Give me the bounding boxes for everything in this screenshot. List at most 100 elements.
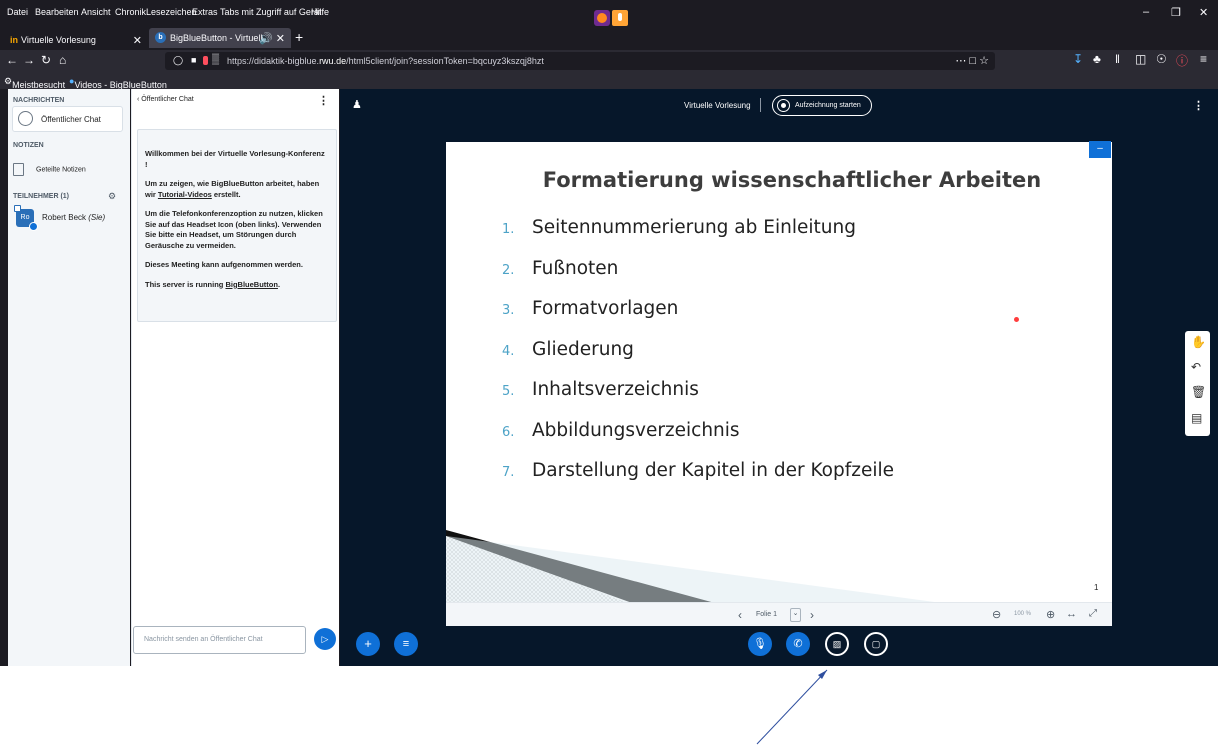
phone-icon — [29, 222, 38, 231]
next-slide-icon[interactable]: › — [810, 608, 814, 622]
screenshare-button[interactable]: ▢ — [864, 632, 888, 656]
bookmarks-toolbar: ⚙ Meistbesucht ● Videos - BigBlueButton — [0, 72, 1218, 90]
minimize-presentation-button[interactable]: – — [1089, 141, 1111, 158]
participant-you-label: (Sie) — [88, 213, 106, 223]
presentation-stage: ♟ Virtuelle Vorlesung Aufzeichnung start… — [340, 89, 1218, 666]
home-icon[interactable]: ⌂ — [59, 53, 66, 67]
chevron-down-icon[interactable]: ⌄ — [790, 608, 801, 622]
shared-notes-label: Geteilte Notizen — [36, 166, 86, 174]
shield-icon[interactable]: ◯ — [173, 55, 183, 66]
webcam-button[interactable]: ▨ — [825, 632, 849, 656]
menu-lesezeichen[interactable]: Lesezeichen — [146, 7, 197, 17]
tab-bigbluebutton[interactable]: b BigBlueButton - Virtuelle Vo 🔊 ✕ — [149, 28, 291, 48]
menu-extras[interactable]: Extras — [192, 7, 218, 17]
notes-heading: NOTIZEN — [13, 142, 44, 149]
page-actions-icon[interactable]: ⋯ □ ☆ — [955, 54, 989, 67]
slide-selector[interactable]: Folie 1 — [756, 611, 777, 618]
microphone-button[interactable]: 🎙 — [748, 632, 772, 656]
restore-icon[interactable]: ❐ — [1171, 6, 1181, 19]
camera-blocked-icon[interactable]: ▒ — [212, 54, 219, 65]
chat-bubble-icon — [18, 111, 33, 126]
library-icon[interactable]: ‖ — [1115, 52, 1120, 66]
options-menu-icon[interactable]: ⋮ — [1193, 99, 1204, 112]
messages-heading: NACHRICHTEN — [13, 97, 65, 104]
trash-icon[interactable]: 🗑 — [1191, 385, 1206, 399]
hand-icon[interactable]: ✋ — [1191, 335, 1206, 349]
slide-list-item: 3. Formatvorlagen — [502, 298, 679, 319]
chat-back-button[interactable]: ‹ Öffentlicher Chat — [137, 96, 194, 103]
new-tab-button[interactable]: + — [295, 29, 303, 45]
chat-title: Öffentlicher Chat — [141, 96, 194, 103]
account-icon[interactable]: ☉ — [1156, 52, 1167, 66]
navigation-bar: ← → ↻ ⌂ ◯ ■ ▒ https://didaktik-bigblue.r… — [0, 50, 1218, 72]
help-icon[interactable]: ⓘ — [1176, 52, 1188, 69]
ilias-logo-icon: in — [10, 35, 18, 45]
participant-item[interactable]: Ro Robert Beck (Sie) — [14, 205, 106, 231]
user-list-sidebar: NACHRICHTEN Öffentlicher Chat NOTIZEN Ge… — [8, 89, 130, 666]
send-message-button[interactable]: ▷ — [314, 628, 336, 650]
start-recording-button[interactable]: Aufzeichnung starten — [772, 95, 872, 116]
close-tab-icon[interactable]: 🔊 ✕ — [259, 32, 285, 45]
menu-chronik[interactable]: Chronik — [115, 7, 146, 17]
tab-virtuelle-vorlesung[interactable]: in Virtuelle Vorlesung ✕ — [10, 30, 150, 48]
reload-icon[interactable]: ↻ — [41, 53, 51, 67]
sidebar-toggle-icon[interactable]: ◫ — [1135, 52, 1146, 66]
public-chat-item[interactable]: Öffentlicher Chat — [12, 106, 123, 132]
presentation-slide[interactable]: Formatierung wissenschaftlicher Arbeiten… — [446, 142, 1112, 626]
menu-bearbeiten[interactable]: Bearbeiten — [35, 7, 79, 17]
forward-icon[interactable]: → — [23, 53, 35, 67]
user-list-toggle-icon[interactable]: ♟ — [352, 98, 362, 111]
shared-notes-item[interactable]: Geteilte Notizen — [13, 163, 86, 176]
slide-list-item: 6. Abbildungsverzeichnis — [502, 420, 740, 441]
whiteboard-toolbar: ✋ ↶ 🗑 ▤ — [1185, 331, 1210, 436]
zoom-level: 100 % — [1014, 611, 1032, 617]
hamburger-menu-icon[interactable]: ≡ — [1200, 52, 1207, 66]
zoom-in-icon[interactable]: ⊕ — [1046, 608, 1055, 621]
microphone-permission-icon[interactable] — [203, 56, 208, 65]
slide-list-item: 5. Inhaltsverzeichnis — [502, 379, 699, 400]
sharing-indicator[interactable] — [594, 10, 632, 26]
chat-message-input[interactable]: Nachricht senden an Öffentlicher Chat — [133, 626, 306, 654]
polling-button[interactable]: ≡ — [394, 632, 418, 656]
participants-heading: TEILNEHMER (1) — [13, 193, 69, 200]
tab-label: BigBlueButton - Virtuelle Vo — [170, 33, 265, 43]
avatar: Ro — [14, 205, 38, 231]
tutorial-videos-link[interactable]: Tutorial-Videos — [158, 190, 212, 199]
notes-icon — [13, 163, 24, 176]
url-text[interactable]: https://didaktik-bigblue.rwu.de/html5cli… — [227, 56, 544, 66]
phone-button[interactable]: ✆ — [786, 632, 810, 656]
add-actions-button[interactable]: + — [356, 632, 380, 656]
record-icon — [777, 99, 790, 112]
slide-list-item: 1. Seitennummerierung ab Einleitung — [502, 217, 856, 238]
minimize-icon[interactable]: – — [1143, 6, 1149, 18]
browser-window: Datei Bearbeiten Ansicht Chronik Lesezei… — [0, 0, 1218, 666]
url-bar[interactable]: ◯ ■ ▒ https://didaktik-bigblue.rwu.de/ht… — [165, 52, 995, 70]
close-icon[interactable]: ✕ — [1199, 6, 1208, 19]
public-chat-label: Öffentlicher Chat — [41, 115, 101, 124]
divider — [760, 98, 761, 112]
gear-icon[interactable]: ⚙ — [108, 191, 116, 202]
zoom-out-icon[interactable]: ⊖ — [992, 608, 1001, 621]
menu-hilfe[interactable]: Hilfe — [311, 7, 329, 17]
bookmark-videos[interactable]: ● Videos - BigBlueButton — [69, 76, 167, 90]
chat-panel: ‹ Öffentlicher Chat ⋮ Willkommen bei der… — [131, 89, 339, 666]
fullscreen-icon[interactable]: ⤢ — [1089, 608, 1097, 619]
back-icon[interactable]: ← — [6, 53, 18, 67]
chat-options-icon[interactable]: ⋮ — [318, 94, 329, 107]
previous-slide-icon[interactable]: ‹ — [738, 608, 742, 622]
bigbluebutton-link[interactable]: BigBlueButton — [225, 280, 278, 289]
undo-icon[interactable]: ↶ — [1191, 360, 1201, 374]
multi-user-whiteboard-icon[interactable]: ▤ — [1191, 411, 1202, 425]
download-icon[interactable]: ↧ — [1073, 52, 1083, 66]
menu-tabs-geraet[interactable]: Tabs mit Zugriff auf Gerät — [220, 7, 321, 17]
bookmark-meistbesucht[interactable]: ⚙ Meistbesucht — [4, 76, 65, 90]
menu-datei[interactable]: Datei — [7, 7, 28, 17]
fit-width-icon[interactable]: ↔ — [1066, 608, 1077, 620]
extensions-icon[interactable]: ♣ — [1093, 52, 1101, 66]
menu-ansicht[interactable]: Ansicht — [81, 7, 111, 17]
lock-icon[interactable]: ■ — [191, 55, 196, 65]
menubar: Datei Bearbeiten Ansicht Chronik Lesezei… — [0, 0, 1218, 26]
close-tab-icon[interactable]: ✕ — [133, 34, 142, 47]
tab-label: Virtuelle Vorlesung — [21, 35, 96, 45]
firefox-icon — [594, 10, 610, 26]
